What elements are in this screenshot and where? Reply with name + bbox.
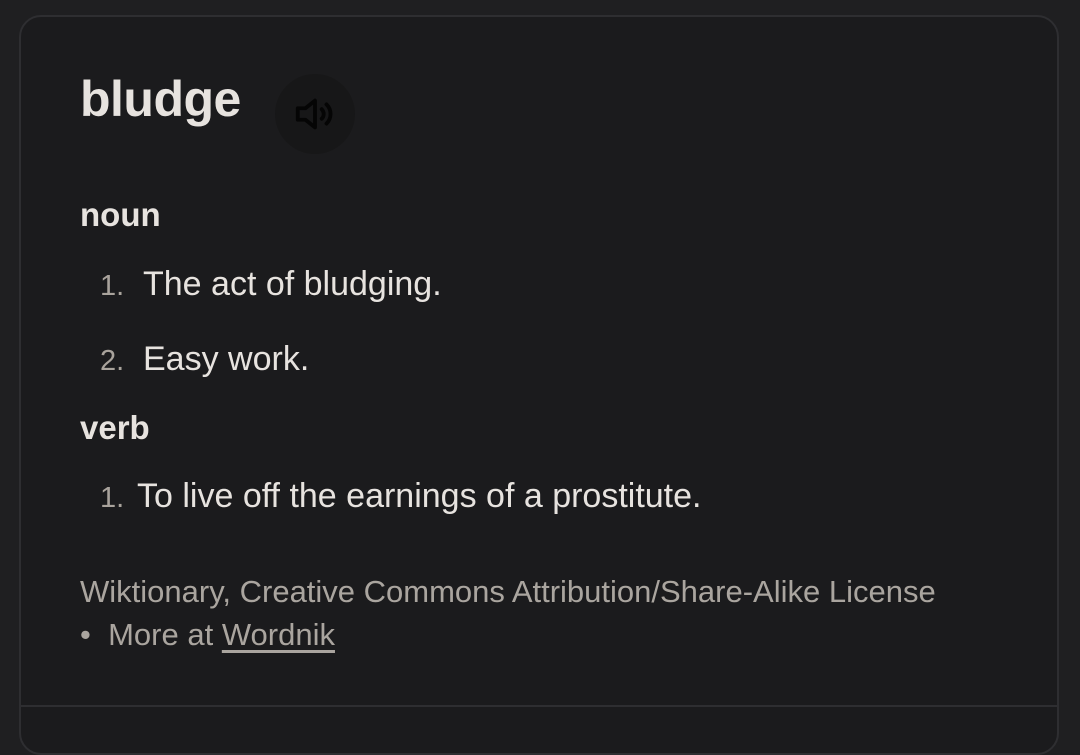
definition-text: Easy work. [143,340,310,378]
definition-item: 1. To live off the earnings of a prostitu… [100,476,702,518]
card-divider [21,705,1057,707]
pronunciation-audio-button[interactable] [275,74,355,154]
attribution-source: Wiktionary, Creative Commons Attribution… [80,574,936,609]
definition-number: 2. [100,345,125,377]
attribution-separator: • [80,617,91,652]
headword: bludge [80,71,241,127]
definition-item: 2. Easy work. [100,339,309,381]
speaker-icon [292,91,338,137]
part-of-speech-noun: noun [80,196,161,233]
definition-number: 1. [100,270,125,302]
definition-text: To live off the earnings of a prostitute… [137,477,702,515]
definition-text: The act of bludging. [143,265,442,303]
dictionary-card: bludge noun 1. The act of bludging. 2. Eas… [19,15,1059,755]
part-of-speech-verb: verb [80,409,150,446]
definition-item: 1. The act of bludging. [100,264,442,306]
wordnik-link[interactable]: Wordnik [222,617,335,652]
more-at-label: More at [108,617,214,652]
definition-number: 1. [100,482,125,514]
attribution: Wiktionary, Creative Commons Attribution… [80,570,940,656]
